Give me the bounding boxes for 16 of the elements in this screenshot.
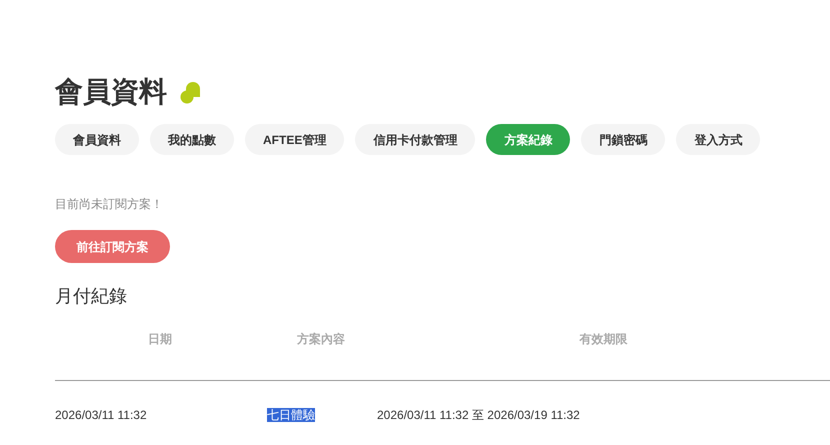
column-header: 日期: [148, 332, 172, 346]
tab[interactable]: 登入方式: [676, 124, 760, 155]
section-title: 月付紀錄: [55, 285, 128, 308]
tab[interactable]: 我的點數: [150, 124, 234, 155]
tab[interactable]: 會員資料: [55, 124, 139, 155]
table-cell: 2026/03/11 11:32 至 2026/03/19 11:32: [377, 408, 580, 422]
column-header: 有效期限: [580, 332, 628, 346]
blob-icon: [179, 80, 202, 104]
tab[interactable]: 信用卡付款管理: [355, 124, 476, 155]
notice-text: 目前尚未訂閱方案！: [55, 196, 164, 213]
tab[interactable]: AFTEE管理: [245, 124, 344, 155]
table-cell: 2026/03/11 11:32: [55, 408, 147, 422]
tab[interactable]: 門鎖密碼: [581, 124, 666, 155]
column-header: 方案內容: [297, 332, 345, 346]
page-title: 會員資料: [55, 75, 167, 109]
table-cell: 七日體驗: [267, 408, 315, 422]
